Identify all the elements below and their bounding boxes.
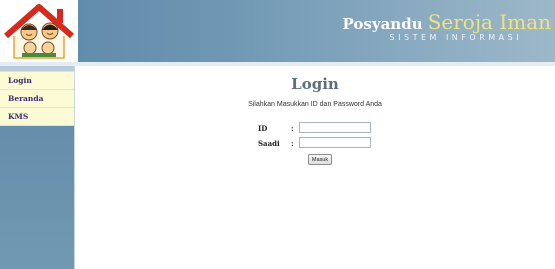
brand-name: Posyandu <box>342 15 423 33</box>
sidebar-item-kms[interactable]: KMS <box>0 108 74 126</box>
password-label: Saadi <box>258 139 280 148</box>
page-title: Login <box>291 75 339 93</box>
password-input[interactable] <box>299 137 371 148</box>
login-instruction: Silahkan Masukkan ID dan Password Anda <box>248 101 382 108</box>
main-content: Login Silahkan Masukkan ID dan Password … <box>75 66 555 269</box>
posyandu-logo <box>0 0 78 62</box>
brand-subtitle: SISTEM INFORMASI <box>389 33 523 42</box>
id-colon: : <box>291 124 294 133</box>
family-house-icon <box>4 4 74 59</box>
password-colon: : <box>291 139 294 148</box>
header-banner: Posyandu Seroja Iman SISTEM INFORMASI <box>0 0 555 62</box>
sidebar-menu: Login Beranda KMS <box>0 71 74 126</box>
login-submit-button[interactable]: Masuk <box>308 154 332 165</box>
sidebar-item-beranda[interactable]: Beranda <box>0 90 74 108</box>
brand-accent: Seroja Iman <box>427 10 551 34</box>
id-label: ID <box>258 124 268 133</box>
sidebar-item-login[interactable]: Login <box>0 72 74 90</box>
brand-title: Posyandu Seroja Iman SISTEM INFORMASI <box>342 10 551 42</box>
sidebar: Login Beranda KMS <box>0 66 75 269</box>
id-input[interactable] <box>299 122 371 133</box>
